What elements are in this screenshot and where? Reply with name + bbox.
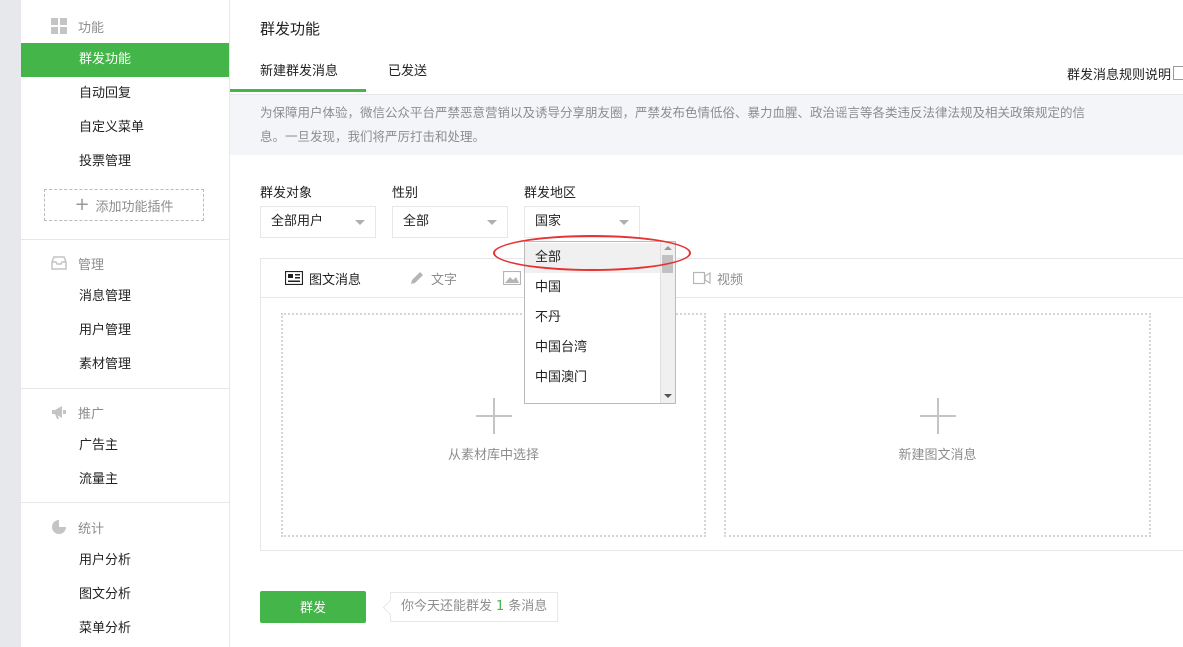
sidebar-item-vote[interactable]: 投票管理: [21, 145, 229, 179]
sidebar-section-manage: 管理: [51, 253, 104, 273]
article-icon: [285, 271, 303, 285]
sidebar-item-messages[interactable]: 消息管理: [21, 280, 229, 314]
caret-down-icon: [355, 220, 365, 225]
notice-text: 为保障用户体验，微信公众平台严禁恶意营销以及诱导分享朋友圈，严禁发布色情低俗、暴…: [260, 105, 1086, 120]
sidebar-section-title: 管理: [78, 257, 105, 273]
target-select-value: 全部用户: [271, 214, 324, 229]
caret-down-icon: [487, 220, 497, 225]
plus-icon: +: [74, 194, 90, 215]
rules-link[interactable]: 群发消息规则说明: [1067, 64, 1171, 83]
card-label: 从素材库中选择: [447, 447, 539, 463]
notice-banner: 为保障用户体验，微信公众平台严禁恶意营销以及诱导分享朋友圈，严禁发布色情低俗、暴…: [230, 95, 1183, 155]
plus-icon: [475, 397, 512, 434]
editor-tab-label: 文字: [431, 272, 458, 288]
notice-text: 息。一旦发现，我们将严厉打击和处理。: [260, 129, 486, 144]
sidebar-item-advertiser[interactable]: 广告主: [21, 429, 229, 463]
region-option[interactable]: 全部: [525, 243, 660, 273]
gender-select[interactable]: 全部: [392, 206, 508, 238]
region-option[interactable]: 中国台湾: [525, 333, 660, 363]
sidebar-section-title: 统计: [78, 521, 105, 537]
tab-new-mass-message[interactable]: 新建群发消息: [230, 54, 366, 92]
region-dropdown-list[interactable]: 全部 中国 不丹 中国台湾 中国澳门: [524, 241, 676, 404]
dropdown-scrollbar[interactable]: [660, 242, 675, 403]
plus-icon: [919, 397, 956, 434]
sidebar-section-stats: 统计: [51, 517, 104, 537]
target-select[interactable]: 全部用户: [260, 206, 376, 238]
region-select[interactable]: 国家: [524, 206, 640, 238]
region-option[interactable]: 中国澳门: [525, 363, 660, 393]
editor-tab-label: 视频: [717, 272, 744, 288]
sidebar-divider: [21, 502, 229, 503]
editor-tab-video[interactable]: 视频: [693, 259, 743, 297]
editor-tab-label: 图文消息: [309, 272, 362, 288]
editor-tab-image[interactable]: [503, 259, 521, 297]
video-icon: [693, 271, 711, 285]
region-option[interactable]: 中国: [525, 273, 660, 303]
sidebar-item-article-analysis[interactable]: 图文分析: [21, 578, 229, 612]
tab-bar: 新建群发消息 已发送: [230, 54, 1183, 95]
pencil-icon: [411, 272, 423, 284]
sidebar-divider: [21, 239, 229, 240]
sidebar-divider: [21, 388, 229, 389]
sidebar-item-publisher[interactable]: 流量主: [21, 463, 229, 497]
sidebar-section-title: 功能: [78, 20, 105, 36]
target-label: 群发对象: [260, 186, 313, 201]
sidebar-item-users[interactable]: 用户管理: [21, 314, 229, 348]
scroll-thumb[interactable]: [662, 255, 673, 273]
caret-down-icon: [619, 220, 629, 225]
editor-tab-article[interactable]: 图文消息: [285, 259, 361, 297]
sidebar-section-promotion: 推广: [51, 402, 104, 422]
tip-text: 条消息: [508, 599, 548, 614]
region-label: 群发地区: [524, 186, 577, 201]
scroll-down-icon[interactable]: [664, 394, 672, 398]
editor-tab-bar: 图文消息 文字 视频: [261, 259, 1183, 298]
remaining-count: 1: [496, 599, 505, 614]
sidebar-item-auto-reply[interactable]: 自动回复: [21, 77, 229, 111]
sidebar-item-custom-menu[interactable]: 自定义菜单: [21, 111, 229, 145]
gender-label: 性别: [392, 186, 419, 201]
region-option[interactable]: 不丹: [525, 303, 660, 333]
sidebar-item-menu-analysis[interactable]: 菜单分析: [21, 612, 229, 646]
sidebar-item-user-analysis[interactable]: 用户分析: [21, 544, 229, 578]
sidebar-section-title: 推广: [78, 406, 105, 422]
megaphone-icon: [51, 404, 67, 420]
tab-sent[interactable]: 已发送: [388, 54, 427, 92]
inbox-icon: [51, 255, 67, 271]
sidebar: 功能 群发功能 自动回复 自定义菜单 投票管理 + 添加功能插件 管理 消息管理…: [21, 0, 230, 647]
editor-tab-text[interactable]: 文字: [409, 259, 457, 297]
document-icon: [1173, 66, 1183, 80]
remaining-sends-tip: 你今天还能群发 1 条消息: [390, 592, 559, 622]
add-plugin-label: 添加功能插件: [95, 199, 174, 215]
scroll-up-icon[interactable]: [664, 246, 672, 250]
pie-chart-icon: [51, 519, 67, 535]
card-label: 新建图文消息: [898, 447, 977, 463]
region-select-value: 国家: [535, 214, 562, 229]
mass-send-button[interactable]: 群发: [260, 591, 366, 623]
grid-icon: [51, 18, 67, 34]
left-gutter: [0, 0, 21, 647]
sidebar-section-function: 功能: [51, 16, 104, 36]
message-editor: 图文消息 文字 视频 从素材库中选择 新建图文消息: [260, 258, 1183, 551]
sidebar-item-materials[interactable]: 素材管理: [21, 348, 229, 382]
sidebar-item-mass-send[interactable]: 群发功能: [21, 43, 229, 77]
new-article-card[interactable]: 新建图文消息: [724, 313, 1151, 537]
add-plugin-button[interactable]: + 添加功能插件: [44, 189, 204, 221]
main-panel: 群发功能 新建群发消息 已发送 群发消息规则说明 为保障用户体验，微信公众平台严…: [230, 0, 1183, 647]
image-icon: [503, 271, 521, 285]
tip-text: 你今天还能群发: [401, 599, 493, 614]
page-title: 群发功能: [260, 20, 321, 38]
gender-select-value: 全部: [403, 214, 430, 229]
